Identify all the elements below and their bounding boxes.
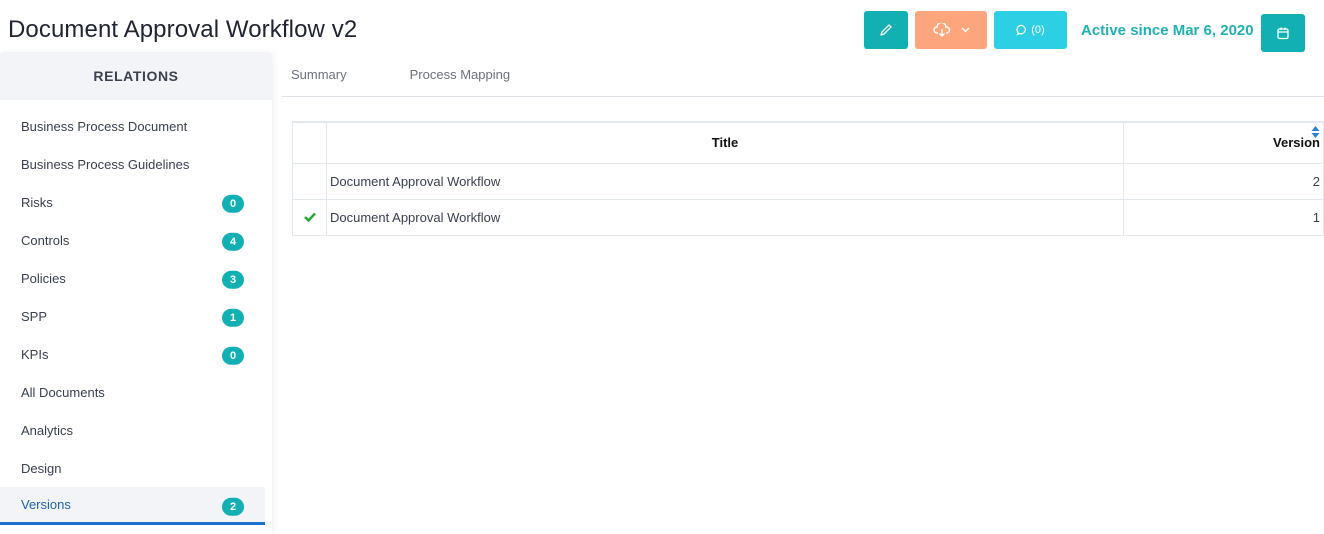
count-badge: 1 — [222, 308, 244, 327]
sidebar-item-label: Controls — [21, 232, 70, 248]
pencil-icon — [880, 24, 892, 36]
active-since-text: Active since Mar 6, 2020 — [1081, 21, 1254, 39]
sidebar-item-analytics[interactable]: Analytics — [0, 411, 265, 449]
cloud-download-icon — [932, 23, 950, 37]
check-icon — [303, 212, 316, 222]
sidebar-item-versions[interactable]: Versions 2 — [0, 487, 265, 525]
sidebar-list: Business Process Document Business Proce… — [0, 100, 272, 525]
table-row[interactable]: Document Approval Workflow 2 — [292, 162, 1324, 200]
edit-button[interactable] — [864, 11, 908, 49]
table-row[interactable]: Document Approval Workflow 1 — [292, 198, 1324, 236]
versions-table: Title Version Document Approval Workflow… — [292, 121, 1324, 236]
row-status-cell — [292, 162, 327, 200]
table-header-row: Title Version — [292, 121, 1324, 164]
sidebar-item-label: Analytics — [21, 422, 74, 438]
sidebar-item-spp[interactable]: SPP 1 — [0, 297, 265, 335]
tab-process-mapping[interactable]: Process Mapping — [410, 53, 510, 96]
count-badge: 0 — [222, 194, 244, 213]
comment-icon — [1016, 24, 1027, 36]
sidebar-header: RELATIONS — [0, 52, 272, 100]
download-button[interactable] — [915, 11, 987, 49]
sidebar-item-label: Versions — [21, 497, 71, 512]
sidebar-item-controls[interactable]: Controls 4 — [0, 221, 265, 259]
row-version-cell: 1 — [1123, 198, 1324, 236]
relations-sidebar: RELATIONS Business Process Document Busi… — [0, 52, 272, 534]
row-status-cell — [292, 198, 327, 236]
page-title: Document Approval Workflow v2 — [8, 16, 358, 43]
content-tabs: Summary Process Mapping — [282, 53, 1324, 97]
header-toolbar: (0) Active since Mar 6, 2020 — [864, 11, 1305, 52]
column-header-version[interactable]: Version — [1123, 121, 1324, 164]
count-badge: 4 — [222, 232, 244, 251]
count-badge: 2 — [222, 497, 244, 516]
sidebar-item-risks[interactable]: Risks 0 — [0, 183, 265, 221]
sidebar-item-label: Policies — [21, 270, 66, 286]
calendar-button[interactable] — [1260, 14, 1305, 52]
count-badge: 0 — [222, 346, 244, 365]
column-header-title[interactable]: Title — [326, 121, 1124, 164]
sidebar-item-label: All Documents — [21, 384, 105, 400]
sidebar-item-label: Risks — [21, 194, 53, 210]
sidebar-item-business-process-guidelines[interactable]: Business Process Guidelines — [0, 145, 265, 183]
tab-summary[interactable]: Summary — [291, 53, 347, 96]
chevron-down-icon — [961, 27, 969, 33]
row-title-cell[interactable]: Document Approval Workflow — [326, 198, 1124, 236]
sidebar-item-label: Business Process Document — [21, 118, 188, 134]
versions-table-container: Title Version Document Approval Workflow… — [292, 121, 1324, 236]
sidebar-item-kpis[interactable]: KPIs 0 — [0, 335, 265, 373]
sidebar-item-label: Design — [21, 460, 62, 476]
sidebar-item-design[interactable]: Design — [0, 449, 265, 487]
comments-count: (0) — [1031, 24, 1045, 36]
sidebar-item-all-documents[interactable]: All Documents — [0, 373, 265, 411]
row-title-cell[interactable]: Document Approval Workflow — [326, 162, 1124, 200]
sort-icon[interactable] — [1311, 126, 1320, 138]
count-badge: 3 — [222, 270, 244, 289]
column-header-status — [292, 121, 327, 164]
sidebar-item-label: SPP — [21, 308, 48, 324]
comments-button[interactable]: (0) — [994, 11, 1067, 49]
row-version-cell: 2 — [1123, 162, 1324, 200]
sidebar-item-policies[interactable]: Policies 3 — [0, 259, 265, 297]
sidebar-item-label: Business Process Guidelines — [21, 156, 190, 172]
sidebar-item-label: KPIs — [21, 346, 49, 362]
sidebar-item-business-process-document[interactable]: Business Process Document — [0, 107, 265, 145]
calendar-icon — [1276, 27, 1289, 40]
